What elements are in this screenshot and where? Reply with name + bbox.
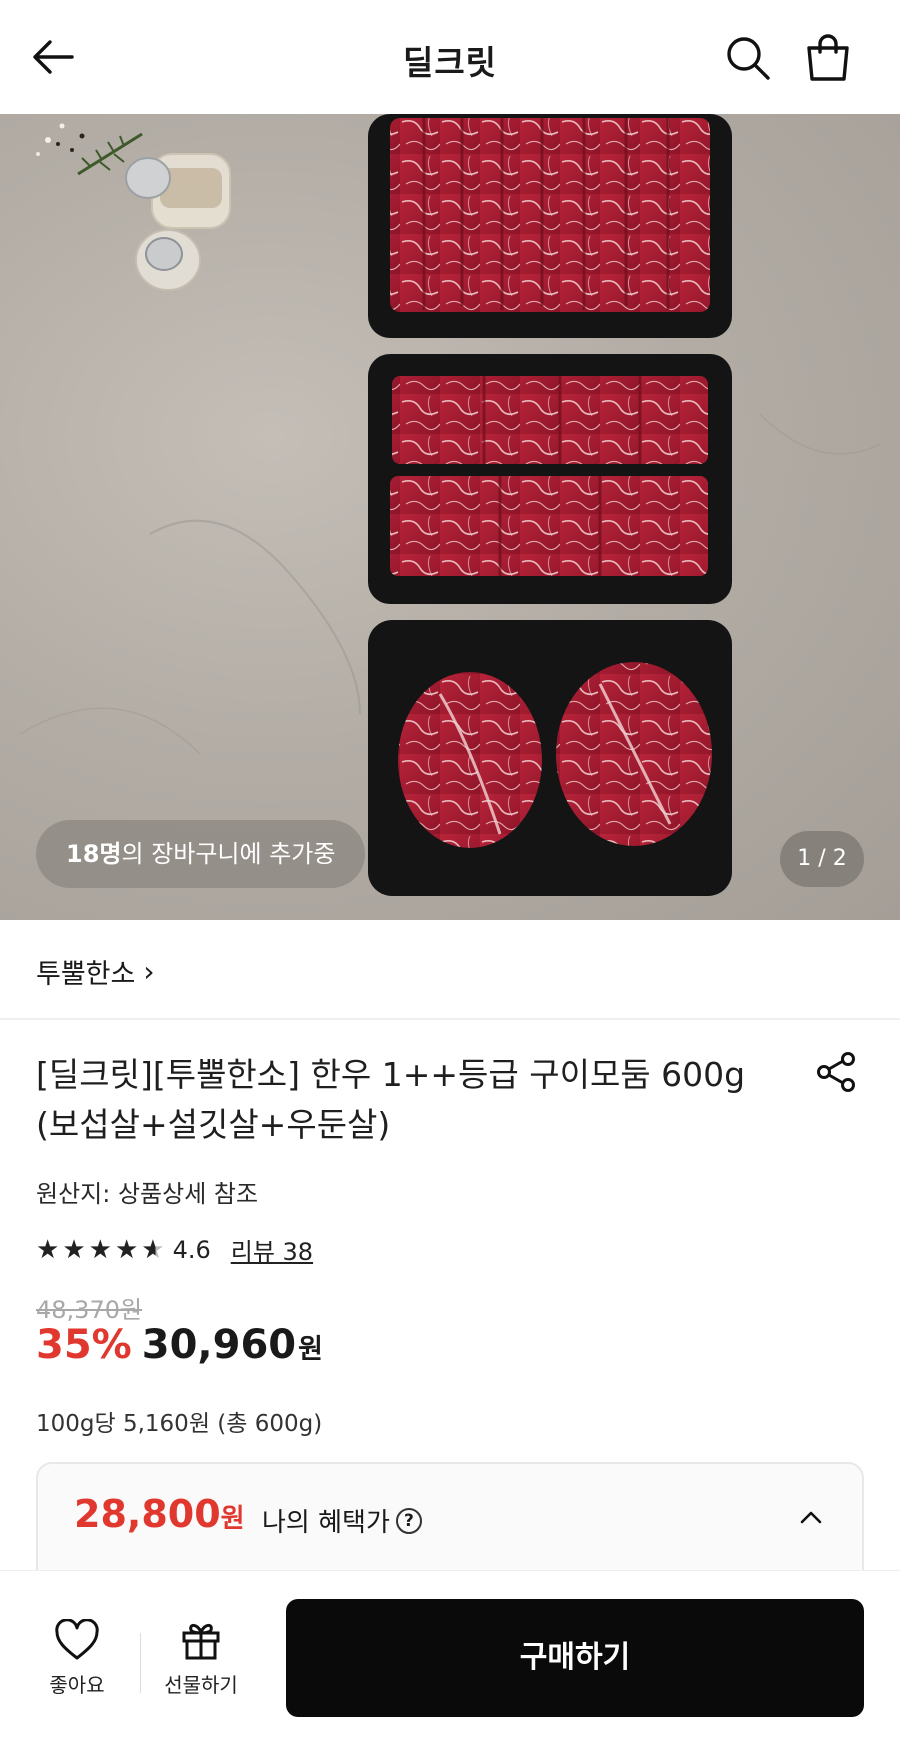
top-app-bar: 딜크릿 [0, 0, 900, 114]
sale-price: 30,960 [141, 1322, 297, 1368]
shopping-bag-icon[interactable] [804, 32, 852, 82]
benefit-price-value: 28,800 [74, 1492, 221, 1536]
star-icon: ★ [36, 1234, 60, 1265]
benefit-label: 나의 혜택가 ? [262, 1502, 422, 1539]
origin-info: 원산지: 상품상세 참조 [36, 1180, 259, 1208]
star-icon: ★ [114, 1234, 139, 1265]
help-icon[interactable]: ? [395, 1507, 422, 1534]
benefit-label-text: 나의 혜택가 [262, 1508, 390, 1538]
cart-activity-badge: 18명의 장바구니에 추가중 [36, 820, 366, 888]
product-image-carousel[interactable]: 18명의 장바구니에 추가중 1 / 2 [0, 114, 900, 920]
buy-button[interactable]: 구매하기 [286, 1599, 864, 1717]
cart-count: 18명 [66, 840, 122, 868]
rating-score: 4.6 [172, 1235, 211, 1264]
cart-activity-text: 의 장바구니에 추가중 [121, 840, 336, 868]
divider [0, 1018, 900, 1020]
search-icon[interactable] [724, 34, 772, 82]
chevron-right-icon: › [143, 955, 155, 988]
star-icon: ★ [62, 1234, 86, 1265]
like-label: 좋아요 [49, 1673, 105, 1697]
share-icon[interactable] [814, 1050, 858, 1094]
benefit-price: 28,800원 [74, 1492, 245, 1536]
price-unit: 원 [298, 1334, 323, 1365]
half-star-icon: ★ [141, 1234, 165, 1265]
gift-label: 선물하기 [164, 1673, 238, 1697]
image-page-indicator: 1 / 2 [780, 831, 864, 887]
chevron-up-icon[interactable] [798, 1508, 824, 1526]
seller-link[interactable]: 투뿔한소 › [36, 952, 155, 991]
review-link[interactable]: 리뷰 38 [231, 1232, 313, 1267]
star-icon: ★ [88, 1234, 112, 1265]
gift-icon [182, 1623, 220, 1660]
like-button[interactable]: 좋아요 [22, 1619, 132, 1698]
heart-icon [55, 1619, 99, 1660]
unit-price: 100g당 5,160원 (총 600g) [36, 1411, 323, 1437]
original-price: 48,370원 [36, 1296, 143, 1324]
product-title: [딜크릿][투뿔한소] 한우 1++등급 구이모둠 600g (보섭살+설깃살+… [36, 1055, 746, 1144]
rating-row: ★ ★ ★ ★ ★ 4.6 리뷰 38 [36, 1232, 313, 1267]
bottom-action-bar: 좋아요 선물하기 구매하기 [0, 1570, 900, 1741]
gift-button[interactable]: 선물하기 [146, 1619, 256, 1698]
price-row: 35% 30,960 원 [36, 1322, 323, 1368]
divider [140, 1633, 141, 1693]
discount-rate: 35% [36, 1322, 132, 1368]
benefit-price-unit: 원 [220, 1504, 245, 1534]
star-rating: ★ ★ ★ ★ ★ [36, 1237, 165, 1263]
beef-trays-image [19, 114, 881, 896]
seller-name: 투뿔한소 [36, 959, 136, 990]
